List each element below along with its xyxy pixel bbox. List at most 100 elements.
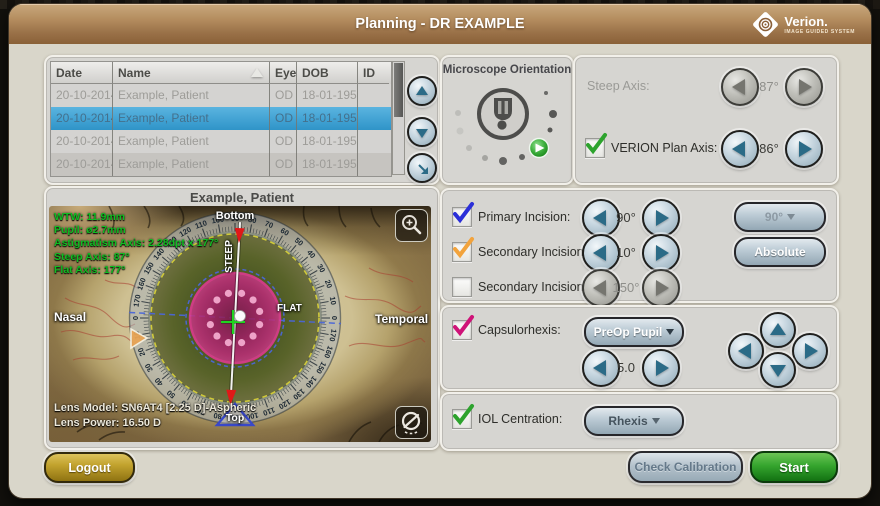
- table-scrollbar[interactable]: [392, 61, 405, 175]
- brand-name: Verion.: [784, 15, 855, 28]
- start-button[interactable]: Start: [750, 451, 838, 483]
- left-arrow-icon: [732, 79, 745, 95]
- steep-axis-label-overlay: STEEP: [224, 240, 235, 273]
- checkmark-icon: [451, 201, 475, 225]
- column-header-date[interactable]: Date: [51, 62, 113, 84]
- primary-incision-increase-button[interactable]: [642, 199, 680, 237]
- secondary-incision2-value: 150°: [610, 280, 642, 295]
- page-title: Planning - DR EXAMPLE: [9, 4, 871, 44]
- move-up-button[interactable]: [760, 312, 796, 348]
- plan-axis-increase-button[interactable]: [785, 130, 823, 168]
- svg-text:0: 0: [330, 316, 339, 320]
- column-header-dob[interactable]: DOB: [297, 62, 358, 84]
- eye-view-panel: Example, Patient: [44, 186, 440, 450]
- iol-centration-checkbox[interactable]: [452, 409, 472, 429]
- checkmark-icon: [584, 132, 608, 156]
- absolute-button[interactable]: Absolute: [734, 237, 826, 267]
- column-header-name[interactable]: Name: [113, 62, 270, 84]
- table-scroll-up-button[interactable]: [407, 76, 437, 106]
- up-arrow-icon: [770, 323, 786, 335]
- verion-plan-axis-label: VERION Plan Axis:: [611, 141, 717, 155]
- secondary-incision1-increase-button[interactable]: [642, 234, 680, 272]
- verion-diamond-icon: [752, 11, 779, 38]
- steep-axis-value: 87°: [755, 79, 783, 94]
- table-scrollbar-thumb[interactable]: [394, 63, 403, 117]
- incision-panel: Primary Incision: 90° 90° Secondary Inci…: [440, 188, 839, 303]
- axis-panel: Steep Axis: 87° VERION Plan Axis: 86°: [573, 55, 839, 185]
- table-row[interactable]: 20-10-2014 Example, Patient OD 18-01-195…: [51, 130, 391, 153]
- table-row-selected[interactable]: 20-10-2014 Example, Patient OD 18-01-195…: [51, 107, 391, 130]
- check-calibration-button[interactable]: Check Calibration: [628, 451, 743, 483]
- column-header-eye[interactable]: Eye: [270, 62, 297, 84]
- left-arrow-icon: [593, 280, 606, 296]
- secondary-incision2-increase-button[interactable]: [642, 269, 680, 307]
- top-label: Top: [205, 412, 265, 424]
- plan-axis-decrease-button[interactable]: [721, 130, 759, 168]
- microscope-orientation-graphic: [442, 57, 568, 179]
- primary-incision-label: Primary Incision:: [478, 210, 570, 224]
- move-down-button[interactable]: [760, 352, 796, 388]
- app-window: Planning - DR EXAMPLE Verion. IMAGE GUID…: [9, 4, 871, 498]
- eye-image: 0102030405060708090100110120130140150160…: [49, 206, 431, 442]
- primary-incision-value: 90°: [612, 210, 640, 225]
- primary-incision-checkbox[interactable]: [452, 207, 472, 227]
- steep-axis-decrease-button[interactable]: [721, 68, 759, 106]
- secondary-incision1-checkbox[interactable]: [452, 242, 472, 262]
- eye-patient-name: Example, Patient: [46, 190, 438, 205]
- right-arrow-icon: [656, 360, 669, 376]
- capsulorhexis-size-value: 5.0: [612, 360, 640, 375]
- primary-incision-dropdown[interactable]: 90°: [734, 202, 826, 232]
- move-right-button[interactable]: [792, 333, 828, 369]
- patient-table-panel: Date Name Eye DOB ID 20-10-2014 Example,…: [44, 55, 440, 185]
- down-arrow-icon: [416, 129, 428, 138]
- sort-ascending-icon: [251, 68, 263, 77]
- capsulorhexis-label: Capsulorhexis:: [478, 323, 561, 337]
- eye-measurements-overlay: WTW: 11.9mm Pupil: ø2.7mm Astigmatism Ax…: [54, 211, 218, 277]
- svg-text:10: 10: [328, 296, 338, 306]
- steep-axis-increase-button[interactable]: [785, 68, 823, 106]
- right-arrow-icon: [656, 210, 669, 226]
- left-arrow-icon: [738, 343, 751, 359]
- screen: { "window": { "title": "Planning - DR EX…: [0, 0, 880, 506]
- right-arrow-icon: [799, 79, 812, 95]
- table-scroll-down-button[interactable]: [407, 117, 437, 147]
- move-left-button[interactable]: [728, 333, 764, 369]
- tracking-off-button[interactable]: [395, 406, 428, 439]
- chevron-down-icon: [787, 214, 795, 220]
- zoom-in-button[interactable]: [395, 209, 428, 242]
- patient-table: Date Name Eye DOB ID 20-10-2014 Example,…: [50, 61, 392, 177]
- left-arrow-icon: [593, 210, 606, 226]
- secondary-incision1-value: 10°: [612, 245, 640, 260]
- capsulorhexis-checkbox[interactable]: [452, 320, 472, 340]
- iol-centration-dropdown[interactable]: Rhexis: [584, 406, 684, 436]
- secondary-incision1-label: Secondary Incision 1:: [478, 245, 598, 259]
- up-arrow-icon: [416, 86, 428, 95]
- right-arrow-icon: [656, 280, 669, 296]
- secondary-incision2-checkbox[interactable]: [452, 277, 472, 297]
- table-row[interactable]: 20-10-2014 Example, Patient OD 18-01-195…: [51, 84, 391, 107]
- right-arrow-icon: [656, 245, 669, 261]
- verion-plan-axis-checkbox[interactable]: [585, 138, 605, 158]
- microscope-confirm-button[interactable]: [530, 139, 549, 158]
- temporal-label: Temporal: [375, 312, 428, 326]
- iol-centration-label: IOL Centration:: [478, 412, 562, 426]
- brand-tagline: IMAGE GUIDED SYSTEM: [784, 30, 855, 35]
- center-dot: [235, 311, 246, 322]
- capsulorhexis-panel: Capsulorhexis: PreOp Pupil 5.0: [440, 305, 839, 391]
- verion-logo: Verion. IMAGE GUIDED SYSTEM: [752, 11, 855, 38]
- column-header-id[interactable]: ID: [358, 62, 389, 84]
- circle-slash-icon: [396, 407, 426, 437]
- checkmark-icon: [451, 403, 475, 427]
- chevron-down-icon: [652, 418, 660, 424]
- table-expand-button[interactable]: [407, 153, 437, 183]
- microscope-orientation-panel: Microscope Orientation: [440, 55, 574, 185]
- table-header-row: Date Name Eye DOB ID: [51, 62, 391, 84]
- left-arrow-icon: [593, 360, 606, 376]
- checkmark-icon: [451, 314, 475, 338]
- right-arrow-icon: [805, 343, 818, 359]
- magnifier-plus-icon: [396, 210, 426, 240]
- table-row[interactable]: 20-10-2014 Example, Patient OD 18-01-195…: [51, 153, 391, 176]
- capsulorhexis-mode-dropdown[interactable]: PreOp Pupil: [584, 317, 684, 347]
- logout-button[interactable]: Logout: [44, 452, 135, 483]
- capsulorhexis-size-increase-button[interactable]: [642, 349, 680, 387]
